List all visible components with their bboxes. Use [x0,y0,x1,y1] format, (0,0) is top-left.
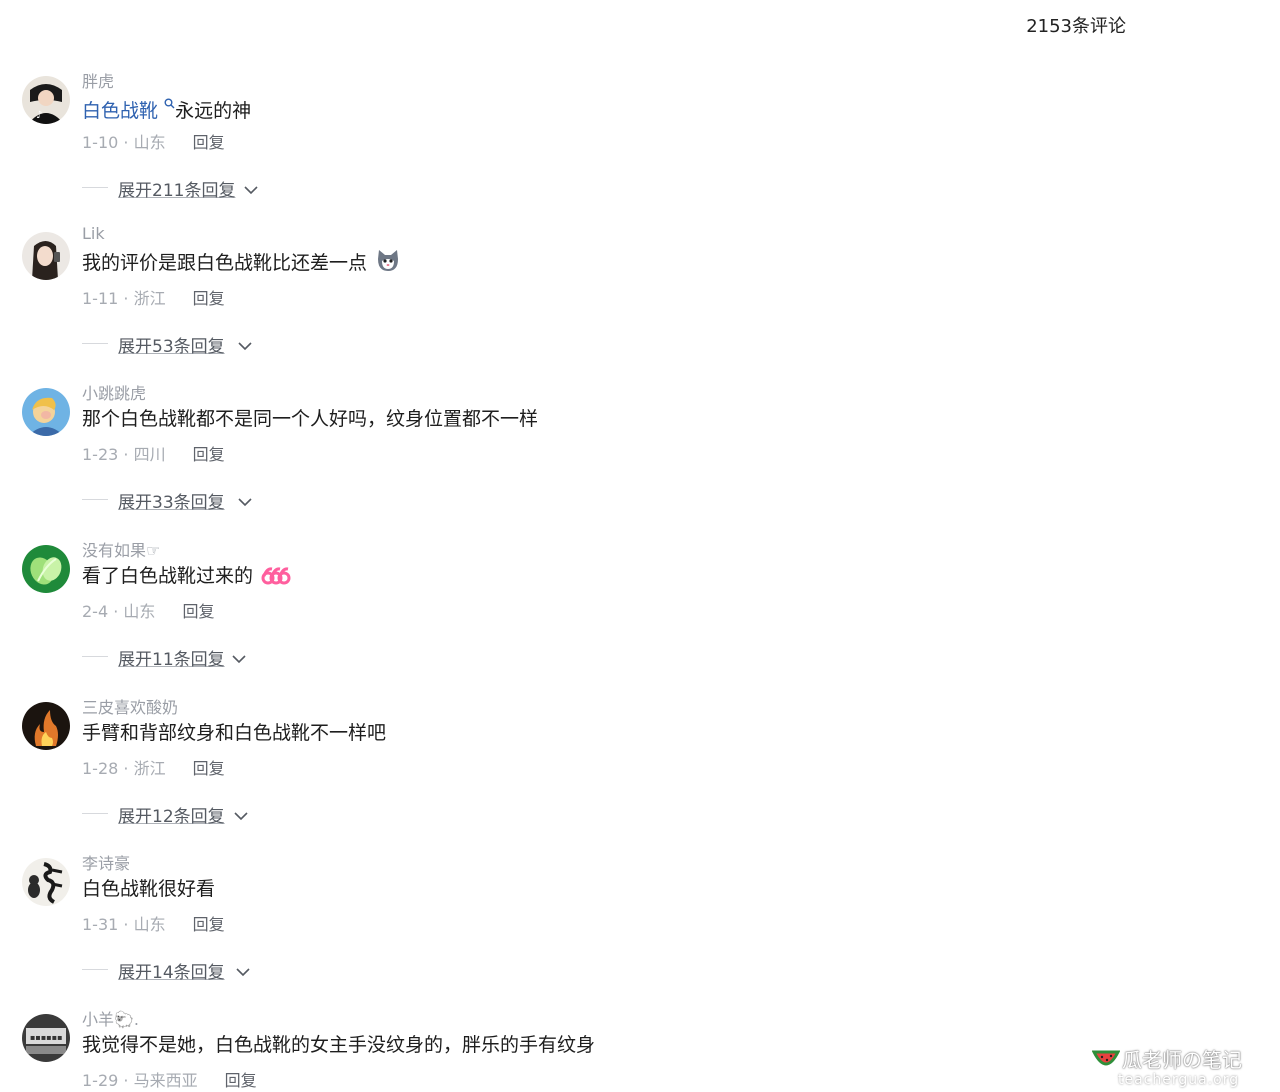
comment-meta: 1-10 · 山东 回复 [82,129,225,153]
svg-text:▪▪▪▪▪▪: ▪▪▪▪▪▪ [30,1033,63,1042]
watermark: 瓜老师の笔记 teachergua.org [1091,1044,1272,1090]
user-avatar[interactable] [22,858,70,906]
comment-item: Lik 我的评价是跟白色战靴比还差一点 1-11 · 浙江 回复 展开53条回复 [0,222,1280,378]
date-location: 1-28 · 浙江 [82,759,166,778]
comment-meta: 1-31 · 山东 回复 [82,911,225,935]
watermark-url: teachergua.org [1118,1072,1240,1088]
date-location: 1-23 · 四川 [82,445,166,464]
comments-header: 2153条评论 [0,0,1280,50]
username[interactable]: 小跳跳虎 [82,380,146,404]
expand-divider [82,499,108,500]
expand-replies-label[interactable]: 展开53条回复 [118,332,225,357]
search-keyword-link[interactable]: 白色战靴 [82,100,158,122]
comment-item: 李诗豪 白色战靴很好看 1-31 · 山东 回复 展开14条回复 [0,848,1280,1004]
user-avatar[interactable]: ▪▪▪▪▪▪ [22,1014,70,1062]
username[interactable]: 三皮喜欢酸奶 [82,694,178,718]
comment-text: 白色战靴 永远的神 [82,92,251,123]
comment-item: ▪▪▪▪▪▪ 小羊🐑. 我觉得不是她，白色战靴的女主手没纹身的，胖乐的手有纹身 … [0,1004,1280,1092]
username[interactable]: Lik [82,224,105,243]
watermelon-icon [1091,1046,1121,1074]
chevron-down-icon [238,492,252,511]
user-avatar[interactable] [22,388,70,436]
666-emoji-icon [261,566,291,591]
comment-text: 那个白色战靴都不是同一个人好吗，纹身位置都不一样 [82,404,538,431]
expand-divider [82,343,108,344]
comment-text-body: 那个白色战靴都不是同一个人好吗，纹身位置都不一样 [82,408,539,430]
comment-meta: 1-28 · 浙江 回复 [82,755,225,779]
chevron-down-icon [238,336,252,355]
comment-text: 我的评价是跟白色战靴比还差一点 [82,248,401,278]
search-icon [164,92,175,114]
expand-replies-label[interactable]: 展开12条回复 [118,802,225,827]
username[interactable]: 没有如果☞ [82,537,160,561]
expand-replies-label[interactable]: 展开14条回复 [118,958,225,983]
date-location: 1-31 · 山东 [82,915,166,934]
reply-button[interactable]: 回复 [193,133,225,152]
comment-text-body: 我的评价是跟白色战靴比还差一点 [82,252,368,274]
user-avatar[interactable] [22,702,70,750]
expand-replies-label[interactable]: 展开33条回复 [118,488,225,513]
comment-text: 手臂和背部纹身和白色战靴不一样吧 [82,718,386,745]
chevron-down-icon [236,962,250,981]
reply-button[interactable]: 回复 [193,289,225,308]
svg-text:♪: ♪ [36,110,42,121]
expand-divider [82,187,108,188]
watermark-title: 瓜老师の笔记 [1122,1048,1242,1072]
reply-button[interactable]: 回复 [193,445,225,464]
comment-meta: 1-23 · 四川 回复 [82,441,225,465]
cat-face-emoji-icon [375,249,401,278]
username[interactable]: 小羊🐑. [82,1006,139,1030]
comment-text-body: 手臂和背部纹身和白色战靴不一样吧 [82,722,387,744]
comment-item: 三皮喜欢酸奶 手臂和背部纹身和白色战靴不一样吧 1-28 · 浙江 回复 展开1… [0,692,1280,848]
expand-divider [82,969,108,970]
comment-count: 2153条评论 [1026,16,1126,37]
user-avatar[interactable] [22,232,70,280]
comment-text: 看了白色战靴过来的 [82,561,291,591]
chevron-down-icon [234,806,248,825]
username[interactable]: 胖虎 [82,68,114,92]
comment-text-body: 我觉得不是她，白色战靴的女主手没纹身的，胖乐的手有纹身 [82,1034,596,1056]
date-location: 1-29 · 马来西亚 [82,1071,198,1090]
comment-text: 我觉得不是她，白色战靴的女主手没纹身的，胖乐的手有纹身 [82,1030,595,1057]
username[interactable]: 李诗豪 [82,850,130,874]
comment-item: 没有如果☞ 看了白色战靴过来的 2-4 · 山东 回复 展开11条回复 [0,535,1280,691]
user-avatar[interactable]: ♪ [22,76,70,124]
comment-text-body: 看了白色战靴过来的 [82,565,254,587]
expand-divider [82,813,108,814]
comment-text: 白色战靴很好看 [82,874,215,901]
comment-item: 小跳跳虎 那个白色战靴都不是同一个人好吗，纹身位置都不一样 1-23 · 四川 … [0,378,1280,534]
date-location: 2-4 · 山东 [82,602,156,621]
chevron-down-icon [244,180,258,199]
comment-text-body: 永远的神 [175,100,252,122]
user-avatar[interactable] [22,545,70,593]
comment-text-body: 白色战靴很好看 [82,878,216,900]
expand-replies-label[interactable]: 展开11条回复 [118,645,225,670]
comment-meta: 2-4 · 山东 回复 [82,598,215,622]
reply-button[interactable]: 回复 [183,602,215,621]
comment-meta: 1-11 · 浙江 回复 [82,285,225,309]
expand-divider [82,656,108,657]
reply-button[interactable]: 回复 [225,1071,257,1090]
chevron-down-icon [232,649,246,668]
comment-item: ♪ 胖虎 白色战靴 永远的神 1-10 · 山东 回复 展开211条回复 [0,66,1280,222]
date-location: 1-10 · 山东 [82,133,166,152]
expand-replies-label[interactable]: 展开211条回复 [118,176,235,201]
comment-meta: 1-29 · 马来西亚 回复 [82,1067,257,1091]
date-location: 1-11 · 浙江 [82,289,166,308]
reply-button[interactable]: 回复 [193,915,225,934]
reply-button[interactable]: 回复 [193,759,225,778]
